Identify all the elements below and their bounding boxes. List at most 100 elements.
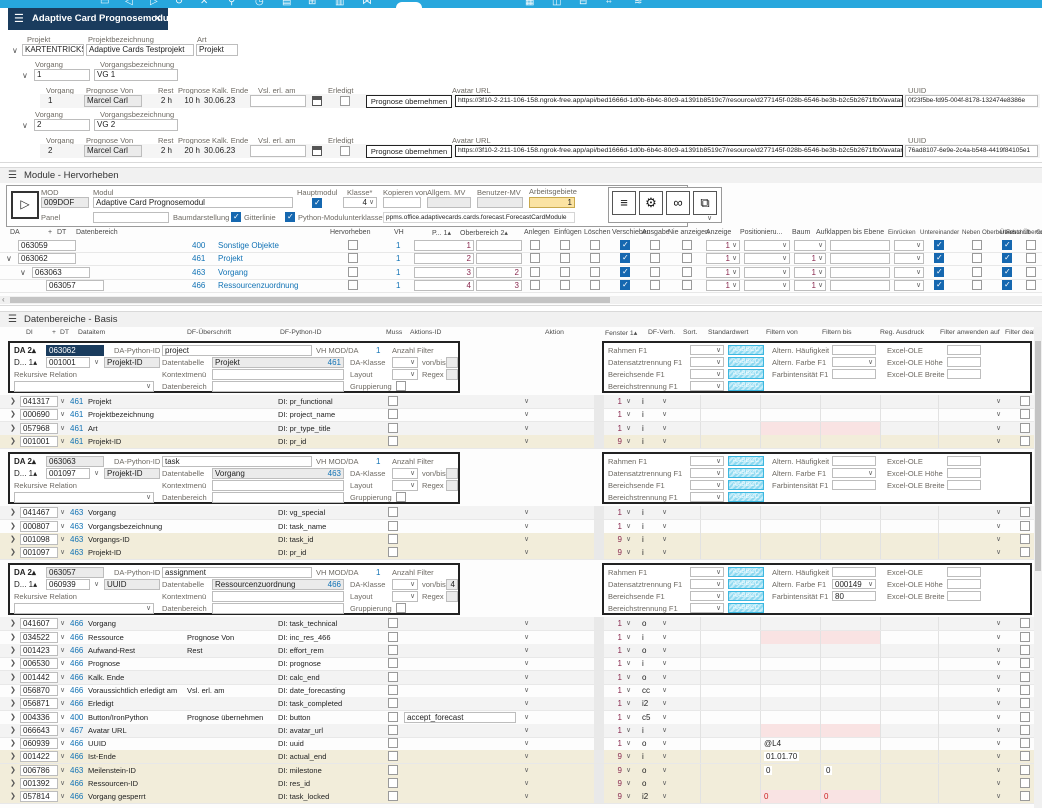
- daten-table-row[interactable]: ❯001392∨466Ressourcen-IDDI: res_id∨9∨o∨∨: [0, 777, 1042, 791]
- frame-style-dropdown-icon[interactable]: ∨: [716, 347, 721, 354]
- filter-deak-checkbox[interactable]: [1020, 645, 1030, 655]
- df-verh-dropdown-icon[interactable]: ∨: [662, 714, 667, 721]
- daten-vscrollbar-thumb[interactable]: [1035, 341, 1041, 571]
- da-field[interactable]: 063063: [32, 267, 90, 278]
- aktions-id-field[interactable]: accept_forecast: [404, 712, 516, 723]
- di-dropdown-icon[interactable]: ∨: [60, 411, 65, 418]
- layout-dropdown-icon[interactable]: ∨: [410, 371, 415, 378]
- di-field[interactable]: 000807: [20, 521, 58, 532]
- datentabelle-field[interactable]: Projekt461: [212, 357, 344, 368]
- filter-deak-checkbox[interactable]: [1020, 409, 1030, 419]
- aktion-dropdown-icon[interactable]: ∨: [524, 425, 529, 432]
- neben-oberbereich-checkbox[interactable]: [972, 267, 982, 277]
- kopieren-field[interactable]: [383, 197, 421, 208]
- filter-deak-checkbox[interactable]: [1020, 436, 1030, 446]
- daten-table-row[interactable]: ❯041317∨461ProjektDI: pr_functional∨1∨i∨…: [0, 395, 1042, 409]
- filter-anwenden-dropdown-icon[interactable]: ∨: [996, 620, 1001, 627]
- muss-checkbox[interactable]: [388, 712, 398, 722]
- baum-dropdown-icon[interactable]: ∨: [818, 242, 823, 249]
- filter-deak-checkbox[interactable]: [1020, 507, 1030, 517]
- fenster-dropdown-icon[interactable]: ∨: [626, 647, 631, 654]
- projekt-name-field[interactable]: Adaptive Cards Testprojekt: [86, 44, 194, 56]
- aufklappen-field[interactable]: [830, 280, 890, 291]
- frame-color-field[interactable]: AABBCC: [728, 345, 764, 355]
- hervorheben-checkbox[interactable]: [348, 280, 358, 290]
- layout-dropdown-icon[interactable]: ∨: [410, 593, 415, 600]
- muss-checkbox[interactable]: [388, 632, 398, 642]
- muss-checkbox[interactable]: [388, 534, 398, 544]
- fenster-dropdown-icon[interactable]: ∨: [626, 398, 631, 405]
- python-icon[interactable]: ∞: [666, 191, 690, 215]
- python-unterklasse-checkbox[interactable]: [285, 212, 295, 222]
- loeschen-checkbox[interactable]: [590, 267, 600, 277]
- baum-dropdown-icon[interactable]: ∨: [818, 282, 823, 289]
- daten-table-row[interactable]: ❯001098∨463Vorgangs-IDDI: task_id∨9∨i∨∨: [0, 533, 1042, 547]
- ausgabe-checkbox[interactable]: [650, 280, 660, 290]
- tab-close-icon[interactable]: ✕: [154, 13, 162, 24]
- df-verh-dropdown-icon[interactable]: ∨: [662, 634, 667, 641]
- daten-table-row[interactable]: ❯001422∨466Ist-EndeDI: actual_end∨9∨i∨01…: [0, 750, 1042, 764]
- aktion-dropdown-icon[interactable]: ∨: [524, 767, 529, 774]
- fenster-dropdown-icon[interactable]: ∨: [626, 753, 631, 760]
- module-table-row[interactable]: 063059400Sonstige Objekte111∨∨∨∨: [0, 239, 1042, 253]
- datenbereich-field[interactable]: [212, 603, 344, 614]
- detail-vsl-field[interactable]: [250, 145, 306, 157]
- aktion-dropdown-icon[interactable]: ∨: [524, 780, 529, 787]
- einruecken-dropdown-icon[interactable]: ∨: [916, 269, 921, 276]
- df-verh-dropdown-icon[interactable]: ∨: [662, 398, 667, 405]
- run-module-button[interactable]: ▷: [11, 191, 39, 219]
- baum-dropdown-icon[interactable]: ∨: [818, 269, 823, 276]
- p-field[interactable]: 4: [414, 280, 474, 291]
- alt-farbe-dropdown-icon[interactable]: ∨: [868, 470, 873, 477]
- di-dropdown-icon[interactable]: ∨: [60, 660, 65, 667]
- filter-anwenden-dropdown-icon[interactable]: ∨: [996, 793, 1001, 800]
- oberbereich-field[interactable]: 2: [476, 267, 522, 278]
- feste-ueberschrift-checkbox[interactable]: [1026, 280, 1036, 290]
- toolbar-icon-14[interactable]: ⊟: [579, 0, 587, 7]
- df-verh-dropdown-icon[interactable]: ∨: [662, 700, 667, 707]
- muss-checkbox[interactable]: [388, 521, 398, 531]
- df-verh-dropdown-icon[interactable]: ∨: [662, 780, 667, 787]
- filter-deak-checkbox[interactable]: [1020, 632, 1030, 642]
- rekursive-relation-select[interactable]: [14, 381, 154, 392]
- daten-table-row[interactable]: ❯034522∨466RessourcePrognose VonDI: inc_…: [0, 631, 1042, 645]
- filter-anwenden-dropdown-icon[interactable]: ∨: [996, 660, 1001, 667]
- p-field[interactable]: 1: [414, 240, 474, 251]
- ueberschrift-checkbox[interactable]: [1002, 280, 1012, 290]
- positionierung-dropdown-icon[interactable]: ∨: [782, 269, 787, 276]
- filter-deak-checkbox[interactable]: [1020, 751, 1030, 761]
- di-dropdown-icon[interactable]: ∨: [60, 753, 65, 760]
- fenster-dropdown-icon[interactable]: ∨: [626, 634, 631, 641]
- di-field[interactable]: 001001: [46, 357, 90, 368]
- farbintensitaet-field[interactable]: [832, 480, 876, 490]
- di-dropdown-icon[interactable]: ∨: [60, 647, 65, 654]
- di-field[interactable]: 001097: [46, 468, 90, 479]
- di-field[interactable]: 056871: [20, 698, 58, 709]
- daten-table-row[interactable]: ❯004336∨400Button/IronPythonPrognose übe…: [0, 711, 1042, 725]
- hervorheben-checkbox[interactable]: [348, 253, 358, 263]
- uuid-field[interactable]: 0f23f5be-fd95-004f-8178-132474e8386e: [905, 95, 1038, 107]
- aktion-dropdown-icon[interactable]: ∨: [524, 549, 529, 556]
- task-id-field[interactable]: 2: [34, 119, 90, 131]
- da-field[interactable]: 063063: [46, 456, 104, 467]
- row-expand-icon[interactable]: ❯: [10, 700, 16, 708]
- toolbar-icon-8[interactable]: ▤: [282, 0, 291, 7]
- filter-anwenden-dropdown-icon[interactable]: ∨: [996, 714, 1001, 721]
- ueberschrift-checkbox[interactable]: [1002, 240, 1012, 250]
- muss-checkbox[interactable]: [388, 751, 398, 761]
- di-field[interactable]: 006786: [20, 765, 58, 776]
- daten-table-row[interactable]: ❯066643∨467Avatar URLDI: avatar_url∨1∨i∨…: [0, 724, 1042, 738]
- di-dropdown-icon[interactable]: ∨: [60, 549, 65, 556]
- di-field[interactable]: 060939: [46, 579, 90, 590]
- frame-style-dropdown-icon[interactable]: ∨: [716, 581, 721, 588]
- collapse-project-icon[interactable]: ∨: [12, 47, 18, 55]
- di-dropdown-icon[interactable]: ∨: [60, 793, 65, 800]
- einruecken-dropdown-icon[interactable]: ∨: [916, 255, 921, 262]
- toolbar-icon-3[interactable]: ▷: [150, 0, 158, 7]
- einfuegen-checkbox[interactable]: [560, 267, 570, 277]
- toolbar-icon-15[interactable]: ⌗: [606, 0, 612, 7]
- filter-deak-checkbox[interactable]: [1020, 738, 1030, 748]
- di-field[interactable]: 001098: [20, 534, 58, 545]
- daten-table-row[interactable]: ❯041607∨466VorgangDI: task_technical∨1∨o…: [0, 617, 1042, 631]
- da-field[interactable]: 063062: [18, 253, 76, 264]
